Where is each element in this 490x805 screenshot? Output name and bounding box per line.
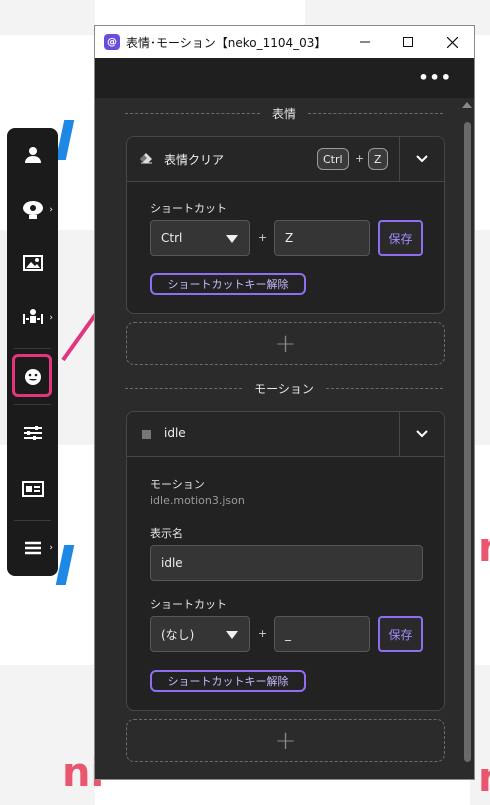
dashed-divider	[308, 112, 444, 114]
motion-card: idle モーション idle.motion3.json 表示名 idle ショ…	[126, 411, 445, 711]
face-icon[interactable]	[7, 352, 58, 402]
collapse-toggle[interactable]	[399, 137, 444, 181]
scrollbar[interactable]	[464, 122, 471, 772]
modifier-select[interactable]: (なし)	[150, 616, 250, 652]
close-button[interactable]	[430, 26, 474, 58]
card-title: 表情クリア	[164, 153, 225, 167]
save-button[interactable]: 保存	[378, 616, 423, 652]
add-motion-button[interactable]: +	[126, 719, 445, 762]
chevron-right-icon: ›	[49, 313, 53, 323]
collapse-toggle[interactable]	[399, 412, 444, 456]
card-title: idle	[164, 426, 186, 440]
header-bar: •••	[95, 58, 474, 98]
bg-tile	[0, 0, 95, 35]
bg-logo-stripe	[55, 545, 75, 585]
clear-shortcut-button[interactable]: ショートカットキー解除	[150, 273, 306, 295]
display-name-input[interactable]: idle	[150, 545, 423, 581]
shortcut-label: ショートカット	[150, 598, 227, 611]
save-button[interactable]: 保存	[378, 220, 423, 256]
expression-motion-window: @ 表情･モーション【neko_1104_03】 ••• 表情 表情クリア Ct…	[94, 25, 475, 780]
maximize-button[interactable]	[386, 26, 430, 58]
dropdown-arrow-icon	[226, 235, 238, 243]
scroll-thumb[interactable]	[464, 122, 471, 762]
shortcut-label: ショートカット	[150, 202, 227, 215]
section-header-expressions: 表情	[125, 103, 444, 123]
dashed-divider	[325, 387, 444, 389]
side-toolbar: › › ›	[7, 128, 58, 576]
divider	[14, 348, 51, 349]
sliders-icon[interactable]	[7, 408, 58, 458]
section-title: 表情	[272, 106, 297, 121]
motion-label: モーション	[150, 478, 205, 491]
bg-logo-mark: n	[478, 755, 490, 801]
section-header-motions: モーション	[125, 378, 444, 398]
menu-icon[interactable]: ›	[7, 523, 58, 573]
motion-file: idle.motion3.json	[150, 494, 245, 507]
minimize-button[interactable]	[343, 26, 387, 58]
chevron-right-icon: ›	[49, 205, 53, 215]
chevron-right-icon: ›	[49, 543, 53, 553]
window-title: 表情･モーション【neko_1104_03】	[126, 35, 327, 50]
plus-sign: +	[258, 231, 268, 244]
dropdown-arrow-icon	[226, 631, 238, 639]
shortcut-key-value: Z	[285, 231, 294, 245]
shortcut-key-value: _	[285, 627, 291, 641]
card-header[interactable]: idle	[127, 412, 444, 457]
person-icon[interactable]	[7, 130, 58, 180]
card-header[interactable]: 表情クリア Ctrl + Z	[127, 137, 444, 182]
modifier-select-value: (なし)	[161, 627, 195, 642]
modifier-select-value: Ctrl	[161, 231, 183, 245]
chevron-down-icon	[416, 155, 428, 163]
add-expression-button[interactable]: +	[126, 322, 445, 365]
webcam-icon[interactable]: ›	[7, 185, 58, 235]
eraser-icon	[140, 153, 152, 164]
expression-card: 表情クリア Ctrl + Z ショートカット Ctrl + Z 保存 ショートカ…	[126, 136, 445, 314]
clear-shortcut-button[interactable]: ショートカットキー解除	[150, 670, 306, 692]
dashed-divider	[125, 112, 260, 114]
plus-sign: +	[258, 627, 268, 640]
bg-logo-mark: n	[478, 525, 490, 571]
tracking-icon[interactable]: ›	[7, 293, 58, 343]
stop-icon[interactable]	[142, 430, 151, 439]
title-bar[interactable]: @ 表情･モーション【neko_1104_03】	[95, 26, 474, 58]
plus-sign: +	[355, 152, 365, 165]
section-title: モーション	[254, 381, 314, 396]
more-options-button[interactable]: •••	[418, 68, 452, 87]
shortcut-key-input[interactable]: _	[274, 616, 370, 652]
shortcut-key-input[interactable]: Z	[274, 220, 370, 256]
chevron-down-icon	[416, 430, 428, 438]
modifier-select[interactable]: Ctrl	[150, 220, 250, 256]
divider	[14, 404, 51, 405]
app-icon: @	[104, 34, 120, 50]
divider	[14, 520, 51, 521]
dashed-divider	[125, 387, 243, 389]
shortcut-key-badge: Z	[368, 148, 388, 170]
scroll-up-icon[interactable]	[462, 102, 472, 108]
id-card-icon[interactable]	[7, 464, 58, 514]
bg-logo-stripe	[55, 120, 75, 160]
display-name-label: 表示名	[150, 527, 183, 540]
display-name-value: idle	[161, 556, 183, 570]
shortcut-key-badge: Ctrl	[317, 148, 349, 170]
image-icon[interactable]	[7, 238, 58, 288]
